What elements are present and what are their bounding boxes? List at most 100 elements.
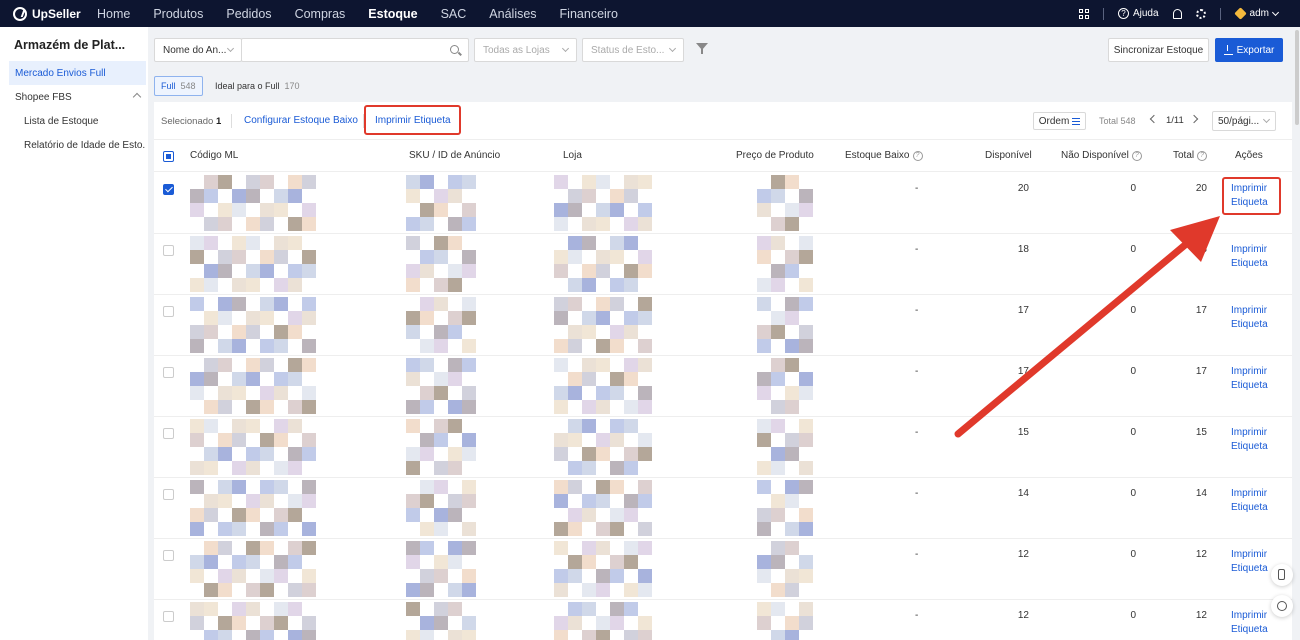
- row-checkbox[interactable]: [163, 184, 174, 195]
- app-logo[interactable]: UpSeller: [13, 6, 83, 21]
- nav-financeiro[interactable]: Financeiro: [560, 7, 618, 21]
- low-stock-cell: -: [915, 488, 919, 499]
- page-size-value: 50/pági...: [1218, 115, 1260, 127]
- nav-home[interactable]: Home: [97, 7, 130, 21]
- user-label: adm: [1249, 8, 1269, 19]
- redacted-content: [757, 419, 815, 475]
- sidebar-item-mercado-envios-full[interactable]: Mercado Envios Full: [9, 61, 146, 85]
- row-checkbox[interactable]: [163, 428, 174, 439]
- sidebar-item-relatorio-idade[interactable]: Relatório de Idade de Esto...: [9, 133, 146, 157]
- unavailable-cell: 0: [1130, 183, 1136, 194]
- print-label-button[interactable]: Imprimir Etiqueta: [1231, 548, 1268, 576]
- row-checkbox[interactable]: [163, 367, 174, 378]
- tab-full[interactable]: Full 548: [154, 76, 203, 96]
- print-label-button[interactable]: Imprimir Etiqueta: [1231, 609, 1268, 637]
- print-label-button[interactable]: Imprimir Etiqueta: [1231, 426, 1268, 454]
- apps-grid-icon[interactable]: [1078, 8, 1089, 19]
- col-nao-disponivel: Não Disponível?: [1061, 150, 1142, 161]
- table-row: - 17 0 17 Imprimir Etiqueta: [154, 356, 1292, 417]
- total-cell: 14: [1195, 488, 1207, 499]
- low-stock-cell: -: [915, 305, 919, 316]
- sync-stock-button[interactable]: Sincronizar Estoque: [1108, 38, 1209, 62]
- nav-estoque[interactable]: Estoque: [368, 7, 417, 21]
- print-label-button[interactable]: Imprimir Etiqueta: [1231, 243, 1268, 271]
- available-cell: 12: [1017, 549, 1029, 560]
- page-size-select[interactable]: 50/pági...: [1212, 111, 1276, 131]
- select-all-checkbox[interactable]: [163, 151, 174, 162]
- order-label: Ordem: [1038, 115, 1070, 127]
- help-icon[interactable]: ?: [1131, 150, 1142, 161]
- redacted-content: [757, 175, 815, 231]
- gear-icon[interactable]: [1195, 8, 1206, 19]
- redacted-content: [190, 602, 320, 640]
- user-menu[interactable]: adm: [1233, 7, 1280, 20]
- search-field-select-value: Nome do An...: [163, 44, 227, 56]
- row-checkbox[interactable]: [163, 306, 174, 317]
- whatsapp-float-button[interactable]: [1271, 595, 1293, 617]
- col-acoes: Ações: [1235, 150, 1263, 161]
- chevron-down-icon: [668, 44, 677, 53]
- help-icon[interactable]: ?: [912, 150, 923, 161]
- col-loja: Loja: [563, 150, 582, 161]
- bell-icon[interactable]: [1172, 8, 1182, 19]
- table-row: - 12 0 12 Imprimir Etiqueta: [154, 600, 1292, 640]
- sidebar-item-shopee-fbs[interactable]: Shopee FBS: [9, 85, 146, 109]
- nav-produtos[interactable]: Produtos: [153, 7, 203, 21]
- stock-status-select[interactable]: Status de Esto...: [582, 38, 684, 62]
- search-icon[interactable]: [450, 45, 459, 54]
- total-cell: 15: [1195, 427, 1207, 438]
- mobile-float-button[interactable]: [1271, 564, 1293, 586]
- nav-compras[interactable]: Compras: [295, 7, 346, 21]
- print-label-button[interactable]: Imprimir Etiqueta: [1231, 304, 1268, 332]
- search-field-select[interactable]: Nome do An...: [154, 38, 242, 62]
- row-checkbox[interactable]: [163, 245, 174, 256]
- redacted-content: [757, 602, 815, 640]
- filter-icon[interactable]: [696, 43, 708, 54]
- available-cell: 18: [1017, 244, 1029, 255]
- redacted-content: [757, 297, 815, 353]
- download-icon: [1223, 44, 1233, 55]
- tab-ideal-para-o-full[interactable]: Ideal para o Full 170: [209, 76, 306, 96]
- whatsapp-icon: [1277, 601, 1287, 611]
- sidebar-item-lista-de-estoque[interactable]: Lista de Estoque: [9, 109, 146, 133]
- scrollbar[interactable]: [1295, 30, 1299, 125]
- next-page-icon[interactable]: [1189, 114, 1199, 124]
- order-button[interactable]: Ordem: [1033, 112, 1086, 130]
- store-select[interactable]: Todas as Lojas: [474, 38, 577, 62]
- topbar-tools: ? Ajuda adm: [1078, 0, 1280, 27]
- app-logo-text: UpSeller: [32, 6, 81, 21]
- row-checkbox[interactable]: [163, 611, 174, 622]
- redacted-content: [190, 419, 320, 475]
- print-label-button[interactable]: Imprimir Etiqueta: [1231, 365, 1268, 393]
- stock-status-placeholder: Status de Esto...: [591, 44, 665, 56]
- sidebar: Armazém de Plat... Mercado Envios Full S…: [0, 27, 148, 640]
- divider: [1102, 7, 1104, 20]
- nav-sac[interactable]: SAC: [441, 7, 467, 21]
- redacted-content: [554, 297, 664, 353]
- help-icon[interactable]: ?: [1197, 150, 1208, 161]
- row-checkbox[interactable]: [163, 489, 174, 500]
- redacted-content: [554, 175, 664, 231]
- print-label-button[interactable]: Imprimir Etiqueta: [1231, 487, 1268, 515]
- low-stock-cell: -: [915, 244, 919, 255]
- configure-low-stock-button[interactable]: Configurar Estoque Baixo: [244, 115, 358, 126]
- page-indicator: 1/11: [1166, 115, 1184, 126]
- export-label: Exportar: [1236, 44, 1275, 56]
- search-input[interactable]: [241, 38, 469, 62]
- low-stock-cell: -: [915, 183, 919, 194]
- table-row: - 18 0 18 Imprimir Etiqueta: [154, 234, 1292, 295]
- table-row: - 17 0 17 Imprimir Etiqueta: [154, 295, 1292, 356]
- prev-page-icon[interactable]: [1149, 114, 1159, 124]
- nav-analises[interactable]: Análises: [489, 7, 536, 21]
- export-button[interactable]: Exportar: [1215, 38, 1283, 62]
- table-row: - 14 0 14 Imprimir Etiqueta: [154, 478, 1292, 539]
- nav-pedidos[interactable]: Pedidos: [226, 7, 271, 21]
- redacted-content: [406, 480, 488, 536]
- row-checkbox[interactable]: [163, 550, 174, 561]
- help-icon: ?: [1117, 8, 1129, 19]
- redacted-content: [554, 236, 664, 292]
- divider: [231, 114, 232, 128]
- available-cell: 14: [1017, 488, 1029, 499]
- help-button[interactable]: ? Ajuda: [1117, 8, 1159, 19]
- highlight-box: [364, 105, 461, 135]
